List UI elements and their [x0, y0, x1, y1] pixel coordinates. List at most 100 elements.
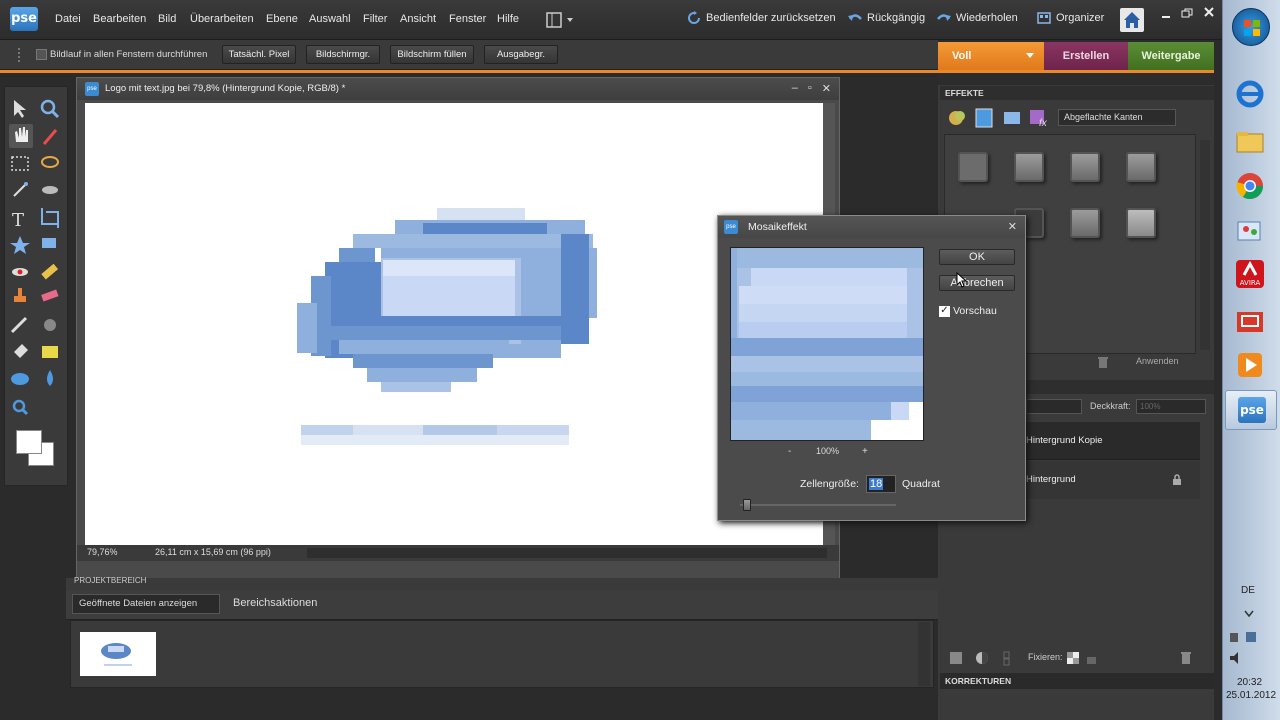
project-bin-scrollbar[interactable] — [918, 622, 930, 686]
clock-date[interactable]: 25.01.2012 — [1226, 690, 1276, 701]
chevron-down-icon[interactable] — [1026, 53, 1034, 58]
document-window-controls[interactable]: – ▫ ✕ — [792, 82, 831, 95]
close-icon[interactable]: ✕ — [1008, 220, 1017, 233]
link-icon[interactable] — [1003, 651, 1010, 666]
document-titlebar[interactable]: pse Logo mit text.jpg bei 79,8% (Hinterg… — [77, 78, 839, 100]
effect-thumbnail[interactable] — [1126, 152, 1156, 182]
open-file-thumbnail[interactable] — [80, 632, 156, 676]
menu-bild[interactable]: Bild — [158, 13, 176, 25]
zoom-out-button[interactable]: - — [788, 446, 791, 457]
foreground-color-swatch[interactable] — [16, 430, 42, 454]
tab-share[interactable]: Weitergabe — [1128, 42, 1214, 71]
layer-row[interactable]: Hintergrund Kopie — [1026, 422, 1200, 460]
language-indicator[interactable]: DE — [1241, 585, 1255, 596]
redo-button[interactable]: Wiederholen — [937, 11, 1018, 25]
undo-button[interactable]: Rückgängig — [848, 11, 925, 25]
menu-ueberarbeiten[interactable]: Überarbeiten — [190, 13, 254, 25]
effect-thumbnail[interactable] — [1126, 208, 1156, 238]
zoom-value[interactable]: 79,76% — [87, 547, 118, 557]
cell-size-input[interactable]: 18 — [866, 475, 896, 493]
effect-thumbnail[interactable] — [1070, 152, 1100, 182]
menu-ansicht[interactable]: Ansicht — [400, 13, 436, 25]
effect-thumbnail[interactable] — [1014, 152, 1044, 182]
svg-text:fx: fx — [1039, 118, 1048, 129]
effects-scrollbar[interactable] — [1200, 140, 1210, 350]
zoom-in-button[interactable]: + — [862, 446, 868, 457]
adjustment-layer-icon[interactable] — [976, 652, 988, 664]
clock-time[interactable]: 20:32 — [1237, 677, 1262, 688]
trash-icon[interactable] — [1097, 356, 1109, 368]
scroll-all-checkbox[interactable] — [36, 49, 47, 60]
new-layer-icon[interactable] — [950, 652, 962, 664]
paint-icon[interactable] — [1234, 214, 1266, 246]
close-icon[interactable]: ✕ — [822, 82, 831, 95]
volume-icon[interactable] — [1230, 652, 1238, 664]
organizer-label: Organizer — [1056, 12, 1105, 24]
taskbar-pse-button[interactable]: pse — [1225, 390, 1277, 430]
photo-effects-icon[interactable] — [1004, 112, 1020, 124]
actual-pixels-button[interactable]: Tatsächl. Pixel — [222, 45, 296, 64]
menu-hilfe[interactable]: Hilfe — [497, 13, 519, 25]
reset-panels-button[interactable]: Bedienfelder zurücksetzen — [687, 11, 836, 25]
move-tool-icon — [14, 100, 26, 118]
brush-icon — [10, 316, 28, 334]
effect-thumbnail[interactable] — [958, 152, 988, 182]
layout-icon[interactable] — [546, 12, 574, 28]
filters-icon[interactable] — [949, 111, 965, 125]
organizer-button[interactable]: Organizer — [1037, 11, 1104, 25]
red-folder-icon[interactable] — [1234, 304, 1266, 336]
effect-thumbnail[interactable] — [1070, 208, 1100, 238]
start-button[interactable] — [1232, 8, 1270, 46]
undo-label: Rückgängig — [867, 12, 926, 24]
tray-app-icon[interactable] — [1230, 633, 1238, 642]
menu-fenster[interactable]: Fenster — [449, 13, 486, 25]
blend-mode-dropdown[interactable] — [1026, 399, 1082, 414]
redo-label: Wiederholen — [956, 12, 1018, 24]
opacity-field[interactable]: 100% — [1136, 399, 1206, 414]
cancel-button[interactable]: Abbrechen — [939, 275, 1015, 291]
maximize-icon[interactable]: ▫ — [808, 82, 812, 95]
lock-transparency-icon[interactable] — [1067, 652, 1079, 664]
menu-filter[interactable]: Filter — [363, 13, 387, 25]
fill-screen-button[interactable]: Bildschirm füllen — [390, 45, 474, 64]
grip-handle[interactable] — [18, 48, 24, 62]
menu-auswahl[interactable]: Auswahl — [309, 13, 351, 25]
mosaic-preview[interactable] — [730, 247, 924, 441]
bin-actions-menu[interactable]: Bereichsaktionen — [233, 597, 317, 609]
explorer-folder-icon[interactable] — [1234, 126, 1266, 158]
chrome-icon[interactable] — [1234, 170, 1266, 202]
print-size-button[interactable]: Ausgabegr. — [484, 45, 558, 64]
fit-screen-button[interactable]: Bildschirmgr. — [306, 45, 380, 64]
window-controls[interactable] — [1156, 6, 1222, 20]
tray-expand-icon[interactable] — [1244, 610, 1254, 618]
cell-size-slider-handle[interactable] — [743, 499, 751, 511]
cell-size-slider[interactable] — [740, 504, 896, 506]
smart-brush-icon — [44, 319, 56, 331]
delete-layer-icon[interactable] — [1180, 651, 1192, 664]
lock-all-icon[interactable] — [1087, 657, 1096, 664]
ok-button[interactable]: OK — [939, 249, 1015, 265]
effects-category-dropdown[interactable]: Abgeflachte Kanten — [1058, 109, 1176, 126]
open-files-dropdown[interactable]: Geöffnete Dateien anzeigen — [72, 594, 220, 614]
image-canvas[interactable] — [85, 103, 823, 545]
panel-collapse-bar[interactable] — [938, 73, 1214, 85]
avira-icon[interactable]: AVIRA — [1234, 258, 1266, 290]
home-button[interactable] — [1120, 8, 1144, 32]
document-horizontal-scrollbar[interactable] — [307, 548, 827, 558]
minimize-icon[interactable]: – — [792, 82, 798, 95]
preview-checkbox[interactable]: ✓ — [939, 306, 950, 317]
menu-ebene[interactable]: Ebene — [266, 13, 298, 25]
layer-styles-icon[interactable] — [975, 108, 993, 128]
options-bar: Bildlauf in allen Fenstern durchführen T… — [0, 40, 938, 70]
menu-datei[interactable]: Datei — [55, 13, 81, 25]
network-icon[interactable] — [1246, 632, 1256, 642]
menu-bearbeiten[interactable]: Bearbeiten — [93, 13, 146, 25]
fx-icon[interactable]: fx — [1030, 110, 1048, 129]
internet-explorer-icon[interactable] — [1234, 78, 1266, 110]
tab-create[interactable]: Erstellen — [1044, 42, 1128, 71]
apply-effect-button[interactable]: Anwenden — [1136, 356, 1179, 366]
preview-zoom-value: 100% — [816, 446, 840, 456]
media-player-icon[interactable] — [1234, 349, 1266, 381]
ellipse-tool-icon — [11, 373, 29, 385]
dialog-titlebar[interactable]: pse Mosaikeffekt ✕ — [718, 216, 1025, 238]
